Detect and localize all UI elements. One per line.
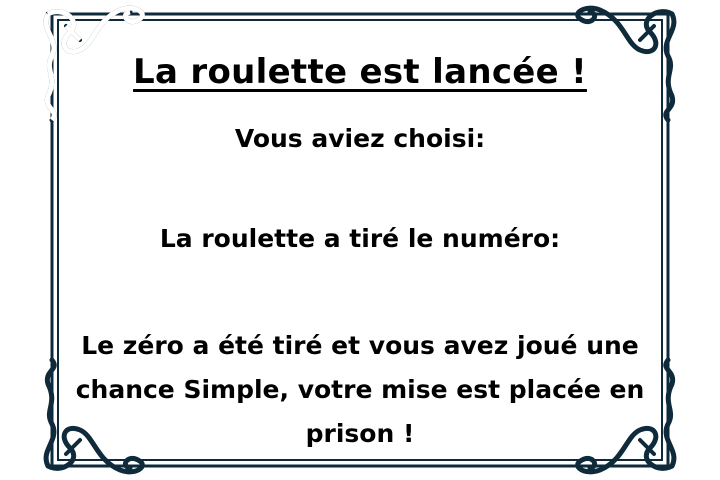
chosen-label: Vous aviez choisi: — [234, 124, 486, 153]
result-message: Le zéro a été tiré et vous avez joué une… — [75, 331, 645, 448]
drawn-number-label: La roulette a tiré le numéro: — [159, 224, 561, 253]
page-title: La roulette est lancée ! — [133, 52, 587, 92]
